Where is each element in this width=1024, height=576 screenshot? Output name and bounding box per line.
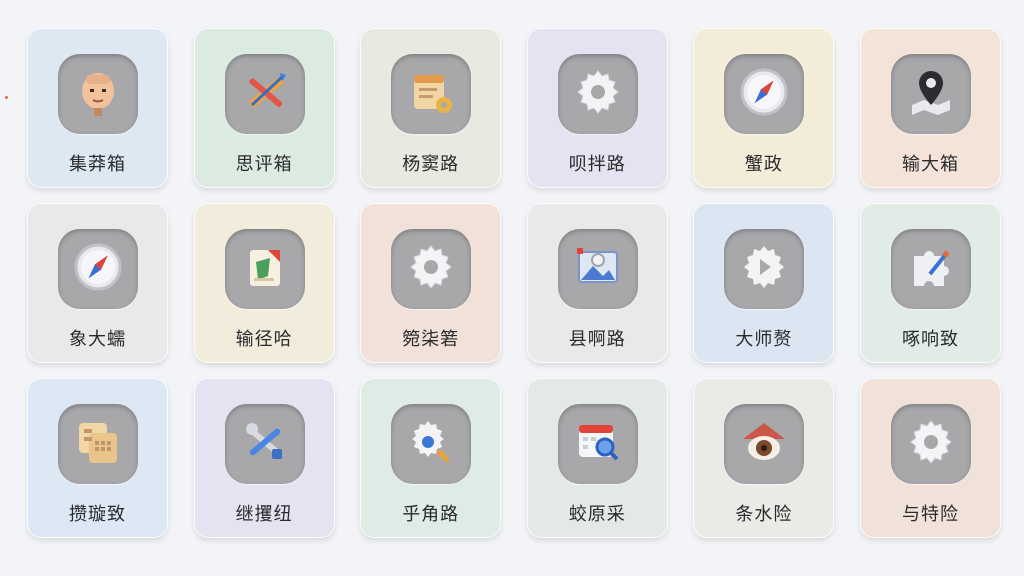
app-icon-well [890, 229, 971, 309]
app-tile[interactable]: 思评箱 [193, 28, 335, 188]
app-tile[interactable]: 攒璇致 [27, 378, 168, 538]
app-tile[interactable]: 输径哈 [193, 203, 335, 363]
app-tile[interactable]: 继攫纽 [193, 378, 335, 538]
app-label: 杨窦路 [402, 154, 460, 175]
app-tile[interactable]: 县啊路 [526, 203, 668, 363]
wrench-tools-icon [238, 415, 292, 473]
app-label: 与特险 [901, 504, 959, 525]
map-pin-icon [904, 65, 958, 123]
puzzle-brush-icon [904, 240, 958, 298]
indicator-dot [5, 96, 8, 99]
app-tile[interactable]: 条水险 [693, 378, 835, 538]
document-pen-icon [238, 240, 292, 298]
app-label: 继攫纽 [235, 504, 293, 525]
app-icon-well [557, 229, 638, 309]
face-avatar-icon [71, 65, 125, 123]
app-icon-well [890, 54, 971, 134]
app-label: 思评箱 [235, 154, 293, 175]
app-icon-well [224, 404, 305, 484]
app-icon-well [391, 404, 472, 484]
app-tile[interactable]: 乎角路 [360, 378, 502, 538]
app-label: 集莽箱 [69, 154, 126, 175]
gear-icon [404, 240, 458, 298]
app-label: 攒璇致 [69, 504, 126, 525]
app-tile[interactable]: 集莽箱 [27, 28, 168, 188]
app-label: 蟹政 [744, 154, 783, 175]
gear-search-icon [404, 415, 458, 473]
launcher-panel: 集莽箱 思评箱 杨窦路 呗拌路 蟹政 输大箱象大蠕 输径哈 箢柒箬 县啊路 大师赘 啄响致攒璇致 继攫… [0, 0, 1024, 576]
app-icon-well [557, 404, 638, 484]
app-tile[interactable]: 蟹政 [693, 28, 835, 188]
play-gear-icon [737, 240, 791, 298]
app-label: 箢柒箬 [402, 329, 460, 350]
app-icon-well [224, 54, 305, 134]
app-label: 输大箱 [901, 154, 959, 175]
photo-icon [571, 240, 625, 298]
app-icon-well [724, 229, 805, 309]
calendar-search-icon [571, 415, 625, 473]
app-label: 呗拌路 [568, 154, 626, 175]
house-eye-icon [737, 415, 791, 473]
app-tile[interactable]: 蛟原采 [526, 378, 668, 538]
app-icon-well [391, 229, 472, 309]
document-stack-icon [71, 415, 125, 473]
app-label: 县啊路 [568, 329, 626, 350]
app-icon-well [724, 54, 805, 134]
app-tile[interactable]: 象大蠕 [27, 203, 168, 363]
app-icon-well [58, 54, 138, 134]
app-label: 大师赘 [735, 329, 793, 350]
gear-icon [904, 415, 958, 473]
app-label: 条水险 [735, 504, 793, 525]
app-label: 输径哈 [235, 329, 293, 350]
compass-icon [737, 65, 791, 123]
app-icon-well [58, 404, 138, 484]
app-tile[interactable]: 输大箱 [859, 28, 1001, 188]
app-tile[interactable]: 与特险 [859, 378, 1001, 538]
app-tile[interactable]: 啄响致 [859, 203, 1001, 363]
app-label: 象大蠕 [69, 329, 126, 350]
ruler-pencil-arrow-icon [238, 65, 292, 123]
app-tile[interactable]: 大师赘 [693, 203, 835, 363]
app-tile[interactable]: 箢柒箬 [360, 203, 502, 363]
app-label: 蛟原采 [568, 504, 626, 525]
app-tile[interactable]: 杨窦路 [360, 28, 502, 188]
compass-icon [71, 240, 125, 298]
app-label: 乎角路 [402, 504, 460, 525]
app-icon-well [890, 404, 971, 484]
notebook-gear-icon [404, 65, 458, 123]
app-icon-well [724, 404, 805, 484]
app-icon-well [224, 229, 305, 309]
app-icon-well [58, 229, 138, 309]
app-label: 啄响致 [901, 329, 959, 350]
app-grid: 集莽箱 思评箱 杨窦路 呗拌路 蟹政 输大箱象大蠕 输径哈 箢柒箬 县啊路 大师赘 啄响致攒璇致 继攫… [27, 28, 1001, 538]
app-tile[interactable]: 呗拌路 [526, 28, 668, 188]
gear-icon [571, 65, 625, 123]
app-icon-well [557, 54, 638, 134]
app-icon-well [391, 54, 472, 134]
